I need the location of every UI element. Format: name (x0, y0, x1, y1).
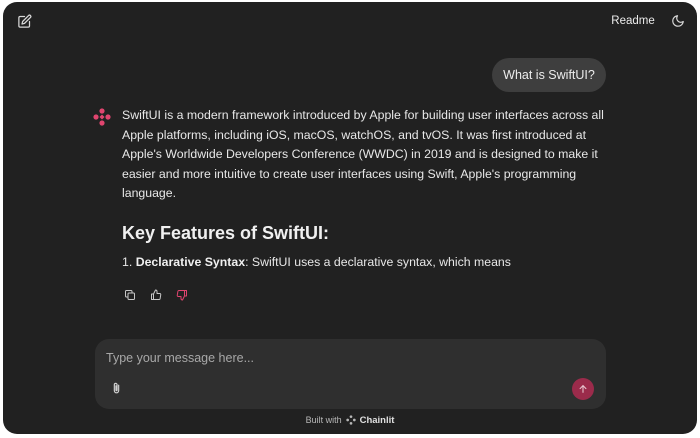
message-input[interactable] (106, 347, 586, 369)
message-actions (121, 286, 190, 304)
assistant-message-list-item: 1. Declarative Syntax: SwiftUI uses a de… (122, 252, 607, 272)
copy-icon (124, 289, 135, 300)
assistant-avatar (93, 108, 111, 126)
new-chat-icon (17, 14, 31, 28)
list-item-number: 1. (122, 255, 133, 269)
moon-icon (672, 15, 684, 27)
chainlit-logo-icon (345, 415, 356, 425)
new-chat-button[interactable] (13, 10, 35, 32)
message-composer (95, 339, 606, 409)
brand-link[interactable]: Chainlit (360, 415, 395, 426)
attach-file-button[interactable] (108, 379, 124, 397)
thumbs-up-button[interactable] (147, 286, 164, 303)
assistant-message-heading: Key Features of SwiftUI: (122, 223, 330, 243)
paperclip-icon (113, 382, 119, 393)
thumbs-down-button[interactable] (173, 286, 190, 303)
thumbs-down-icon (176, 289, 187, 300)
readme-button[interactable]: Readme (607, 10, 659, 32)
assistant-message-paragraph: SwiftUI is a modern framework introduced… (122, 108, 604, 201)
built-with-label: Built with (305, 415, 342, 425)
thumbs-up-icon (150, 289, 161, 300)
chat-window: Readme What is SwiftUI? SwiftUI is a mod… (3, 2, 697, 434)
copy-button[interactable] (121, 286, 138, 303)
arrow-up-icon (579, 385, 587, 393)
list-item-bold: Declarative Syntax (135, 255, 246, 269)
user-message-bubble: What is SwiftUI? (492, 58, 606, 92)
send-button[interactable] (572, 378, 594, 400)
theme-toggle-button[interactable] (667, 10, 689, 32)
footer: Built with Chainlit (3, 413, 697, 427)
list-item-text: : SwiftUI uses a declarative syntax, whi… (245, 255, 511, 269)
chainlit-logo-icon (93, 108, 111, 126)
